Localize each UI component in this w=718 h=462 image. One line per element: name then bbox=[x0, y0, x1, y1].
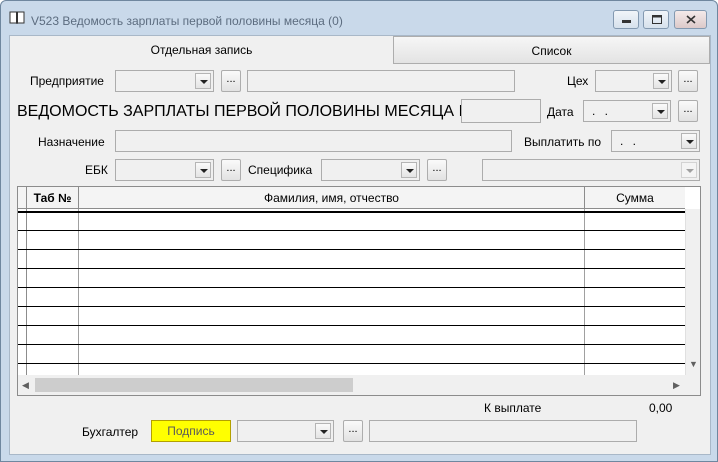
column-header-full-name[interactable]: Фамилия, имя, отчество bbox=[79, 187, 585, 209]
table-row[interactable] bbox=[18, 325, 685, 326]
specifics-lookup-button[interactable]: ... bbox=[427, 159, 447, 181]
specifics-label: Специфика bbox=[248, 163, 313, 177]
tab-list[interactable]: Список bbox=[393, 36, 710, 64]
row-selector-header bbox=[18, 187, 27, 209]
title-bar[interactable]: V523 Ведомость зарплаты первой половины … bbox=[1, 1, 717, 33]
column-divider bbox=[78, 209, 79, 375]
total-label: К выплате bbox=[484, 401, 542, 415]
maximize-icon bbox=[652, 15, 662, 24]
workshop-label: Цех bbox=[567, 74, 589, 88]
table-row[interactable] bbox=[18, 306, 685, 307]
scroll-down-icon[interactable]: ▼ bbox=[689, 359, 698, 369]
table-row[interactable] bbox=[18, 344, 685, 345]
chevron-down-icon[interactable] bbox=[401, 162, 417, 178]
main-window: V523 Ведомость зарплаты первой половины … bbox=[0, 0, 718, 462]
specifics-name-combo[interactable] bbox=[482, 159, 700, 181]
horizontal-scroll-thumb[interactable] bbox=[35, 378, 353, 392]
accountant-name-field[interactable] bbox=[369, 420, 637, 442]
accountant-lookup-button[interactable]: ... bbox=[343, 420, 363, 442]
payroll-table[interactable]: Таб № Фамилия, имя, отчество Сумма ▼ ◀ ▶ bbox=[17, 186, 701, 396]
chevron-down-icon[interactable] bbox=[195, 73, 211, 89]
scroll-right-icon[interactable]: ▶ bbox=[673, 380, 680, 391]
workshop-combo[interactable] bbox=[595, 70, 672, 92]
pay-by-date-picker[interactable]: . . bbox=[611, 130, 700, 152]
tab-single-record[interactable]: Отдельная запись bbox=[10, 36, 393, 64]
chevron-down-icon[interactable] bbox=[652, 103, 668, 119]
maximize-button[interactable] bbox=[643, 10, 669, 29]
chevron-down-icon[interactable] bbox=[681, 133, 697, 149]
total-value: 0,00 bbox=[649, 401, 673, 415]
close-button[interactable] bbox=[674, 10, 707, 29]
date-value: . . bbox=[592, 104, 612, 118]
table-row[interactable] bbox=[18, 230, 685, 231]
window-title: V523 Ведомость зарплаты первой половины … bbox=[31, 14, 343, 28]
purpose-label: Назначение bbox=[38, 135, 105, 149]
column-header-amount[interactable]: Сумма bbox=[585, 187, 685, 209]
vertical-scrollbar[interactable]: ▼ bbox=[685, 209, 700, 375]
ebk-lookup-button[interactable]: ... bbox=[221, 159, 241, 181]
enterprise-combo[interactable] bbox=[115, 70, 214, 92]
accountant-combo[interactable] bbox=[237, 420, 334, 442]
date-picker[interactable]: . . bbox=[583, 100, 671, 122]
table-row[interactable] bbox=[18, 287, 685, 288]
purpose-field[interactable] bbox=[115, 130, 512, 152]
chevron-down-icon[interactable] bbox=[315, 423, 331, 439]
date-lookup-button[interactable]: ... bbox=[678, 100, 698, 122]
table-row[interactable] bbox=[18, 268, 685, 269]
chevron-down-icon[interactable] bbox=[195, 162, 211, 178]
ebk-combo[interactable] bbox=[115, 159, 214, 181]
table-row[interactable] bbox=[18, 363, 685, 364]
table-row[interactable] bbox=[18, 249, 685, 250]
accountant-label: Бухгалтер bbox=[82, 425, 139, 439]
book-icon bbox=[9, 11, 25, 24]
enterprise-label: Предприятие bbox=[30, 74, 104, 88]
close-icon bbox=[686, 15, 696, 24]
column-header-tab-number[interactable]: Таб № bbox=[27, 187, 79, 209]
sign-button[interactable]: Подпись bbox=[151, 420, 231, 442]
minimize-icon bbox=[622, 20, 631, 23]
pay-by-value: . . bbox=[620, 134, 640, 148]
pay-by-label: Выплатить по bbox=[524, 135, 601, 149]
horizontal-scrollbar[interactable]: ◀ ▶ bbox=[18, 375, 700, 395]
table-row[interactable] bbox=[18, 211, 685, 213]
ebk-label: ЕБК bbox=[85, 163, 108, 177]
minimize-button[interactable] bbox=[613, 10, 639, 29]
column-divider bbox=[584, 209, 585, 375]
enterprise-name-field[interactable] bbox=[247, 70, 515, 92]
workshop-lookup-button[interactable]: ... bbox=[678, 70, 698, 92]
chevron-down-icon[interactable] bbox=[681, 162, 697, 178]
document-title: ВЕДОМОСТЬ ЗАРПЛАТЫ ПЕРВОЙ ПОЛОВИНЫ МЕСЯЦ… bbox=[17, 103, 476, 120]
column-divider bbox=[26, 209, 27, 375]
scroll-left-icon[interactable]: ◀ bbox=[22, 380, 29, 391]
client-area: Отдельная запись Список Предприятие ... … bbox=[9, 35, 711, 455]
specifics-combo[interactable] bbox=[321, 159, 420, 181]
date-label: Дата bbox=[547, 105, 574, 119]
enterprise-lookup-button[interactable]: ... bbox=[221, 70, 241, 92]
chevron-down-icon[interactable] bbox=[653, 73, 669, 89]
document-number-field[interactable] bbox=[461, 99, 541, 123]
